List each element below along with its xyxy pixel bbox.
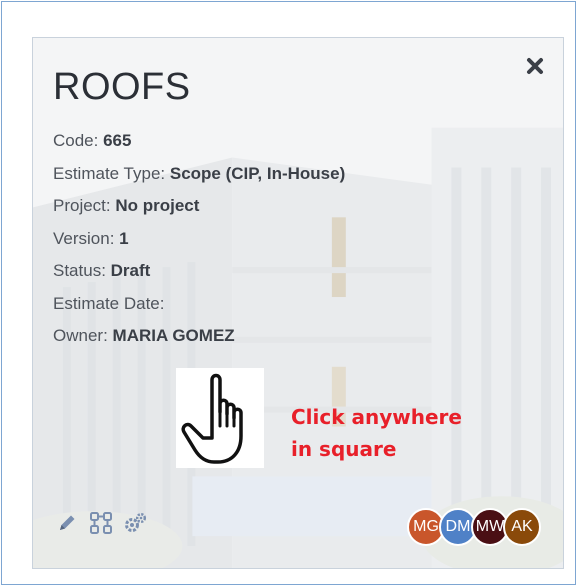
avatar-initials: MW — [475, 518, 505, 535]
callout-line2: in square — [291, 437, 397, 461]
close-icon — [527, 58, 543, 74]
field-estimate-date: Estimate Date: — [53, 288, 345, 321]
card-fields: Code: 665 Estimate Type: Scope (CIP, In-… — [53, 125, 345, 353]
field-value: MARIA GOMEZ — [112, 326, 235, 345]
workflow-icon — [90, 512, 112, 534]
field-label: Estimate Type: — [53, 163, 170, 183]
field-value: 665 — [103, 131, 132, 150]
card-toolbar — [55, 511, 147, 535]
field-status: Status: Draft — [53, 255, 345, 288]
workflow-button[interactable] — [89, 511, 113, 535]
avatar-initials: DM — [445, 518, 471, 535]
pointing-hand-icon — [181, 373, 243, 464]
field-value: 1 — [119, 228, 129, 248]
field-label: Estimate Date: — [53, 293, 165, 313]
field-label: Owner: — [53, 326, 113, 345]
estimate-card[interactable]: ROOFS Code: 665 Estimate Type: Scope (CI… — [32, 37, 564, 569]
card-title: ROOFS — [53, 66, 191, 108]
field-value: Draft — [110, 261, 151, 280]
field-project: Project: No project — [53, 190, 345, 223]
pointing-hand-overlay — [176, 368, 264, 468]
gears-icon — [125, 512, 147, 532]
field-value: Scope (CIP, In-House) — [169, 163, 346, 183]
field-code: Code: 665 — [53, 125, 345, 158]
owner-avatars: MG DM MW AK — [407, 508, 541, 546]
screenshot-frame: ROOFS Code: 665 Estimate Type: Scope (CI… — [1, 1, 576, 585]
callout-line1: Click anywhere — [291, 405, 462, 429]
field-estimate-type: Estimate Type: Scope (CIP, In-House) — [53, 158, 345, 191]
avatar[interactable]: AK — [503, 508, 541, 546]
field-label: Version: — [53, 228, 120, 248]
pencil-icon — [60, 515, 75, 530]
avatar-initials: MG — [413, 518, 439, 535]
field-label: Status: — [53, 261, 111, 280]
field-label: Project: — [53, 196, 116, 215]
avatar-initials: AK — [511, 518, 533, 535]
close-button[interactable] — [521, 52, 549, 80]
field-version: Version: 1 — [53, 223, 345, 256]
edit-button[interactable] — [55, 511, 79, 535]
instruction-callout: Click anywhere in square — [291, 401, 462, 465]
field-value: No project — [115, 196, 200, 215]
field-owner: Owner: MARIA GOMEZ — [53, 320, 345, 353]
settings-button[interactable] — [123, 511, 147, 535]
field-label: Code: — [53, 131, 104, 150]
